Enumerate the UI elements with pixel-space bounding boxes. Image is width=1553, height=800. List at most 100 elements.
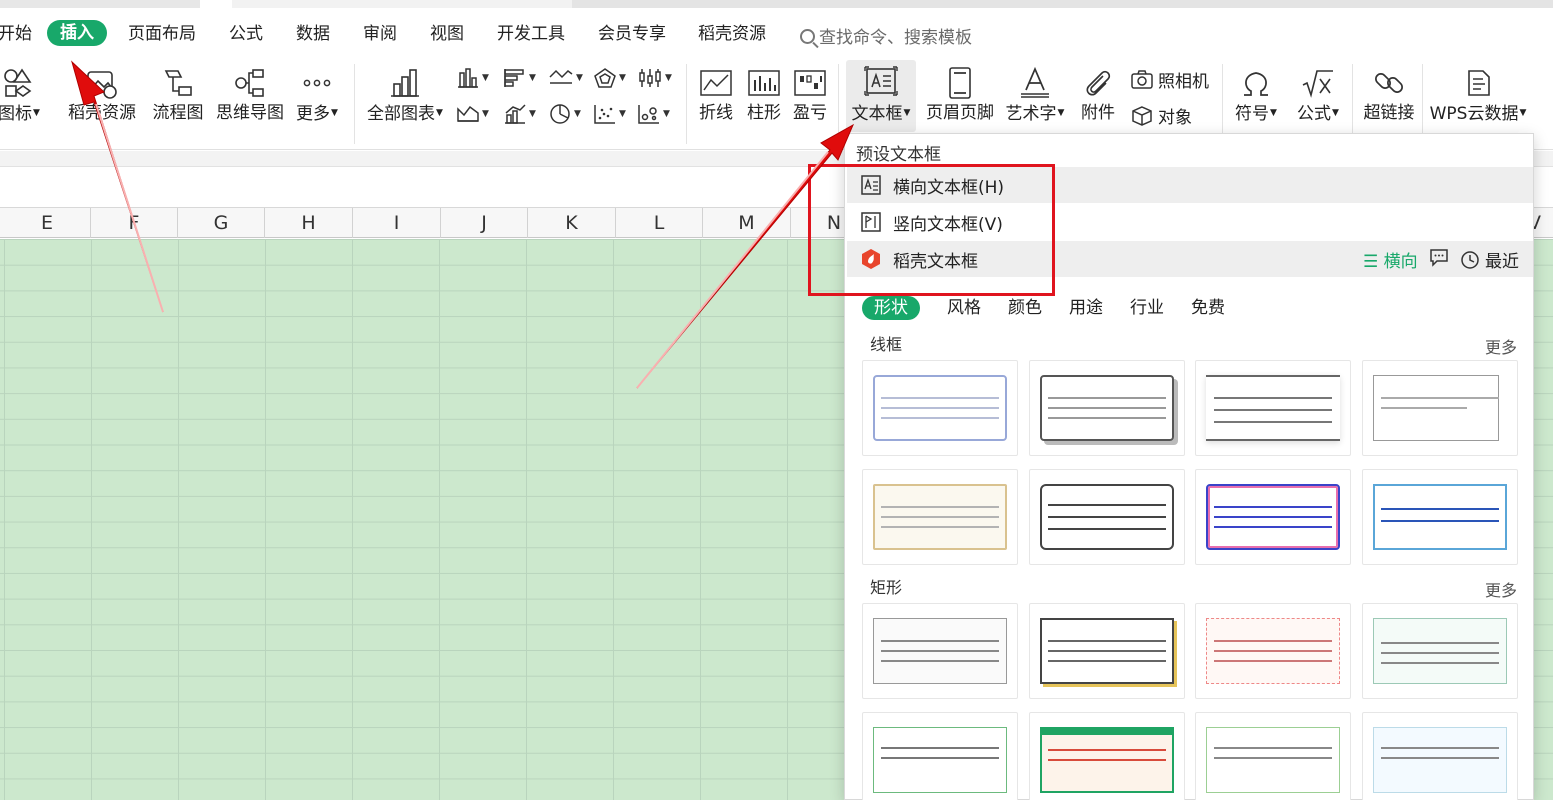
template-thumbnail[interactable] (862, 603, 1018, 699)
icons-label: 图标 (0, 104, 33, 124)
category-shape[interactable]: 形状 (862, 296, 920, 320)
column-header[interactable]: I (353, 208, 441, 238)
object-button[interactable]: 对象 (1130, 103, 1192, 128)
sparkline-winloss-button[interactable]: 盈亏 (788, 64, 832, 124)
column-header[interactable]: G (178, 208, 265, 238)
category-color[interactable]: 颜色 (1008, 296, 1042, 320)
flowchart-button[interactable]: 流程图 (150, 64, 206, 124)
ribbon-divider (686, 64, 687, 144)
menu-tab-review[interactable]: 审阅 (363, 23, 397, 45)
category-style[interactable]: 风格 (947, 296, 981, 320)
wordart-button[interactable]: 艺术字▼ (1002, 64, 1068, 125)
textbox-button[interactable]: 文本框▼ (846, 60, 916, 132)
column-chart-icon (458, 68, 478, 88)
menu-tab-formula[interactable]: 公式 (229, 23, 263, 45)
bar-chart-small-button[interactable]: ▼ (503, 67, 536, 89)
radar-chart-small-button[interactable]: ▼ (593, 67, 626, 89)
menu-tab-developer[interactable]: 开发工具 (497, 23, 565, 45)
column-header[interactable]: E (4, 208, 91, 238)
category-usage[interactable]: 用途 (1069, 296, 1103, 320)
menu-tab-insert[interactable]: 插入 (47, 20, 107, 46)
hyperlink-button[interactable]: 超链接 (1360, 64, 1418, 124)
docer-resources-label: 稻壳资源 (68, 103, 136, 123)
category-free[interactable]: 免费 (1191, 296, 1225, 320)
scatter-chart-small-button[interactable]: ▼ (593, 103, 626, 125)
template-thumbnail[interactable] (1362, 360, 1518, 456)
command-search[interactable]: 查找命令、搜索模板 (800, 23, 972, 48)
window-tab[interactable] (232, 0, 572, 8)
header-footer-button[interactable]: 页眉页脚 (924, 64, 996, 124)
area-chart-small-button[interactable]: ▼ (456, 103, 489, 125)
column-header[interactable]: M (703, 208, 791, 238)
stock-chart-small-button[interactable]: ▼ (637, 67, 672, 89)
menu-tab-home[interactable]: 开始 (0, 23, 32, 45)
column-header[interactable]: L (616, 208, 703, 238)
combo-chart-small-button[interactable]: ▼ (503, 103, 536, 125)
header-footer-label: 页眉页脚 (926, 103, 994, 123)
more-button[interactable]: 更多▼ (292, 64, 342, 125)
sparkline-line-icon (694, 64, 738, 102)
orientation-toggle[interactable]: ☰ 横向 (1363, 247, 1418, 272)
line-chart-small-button[interactable]: ▼ (548, 67, 583, 89)
image-resource-icon (66, 64, 138, 102)
template-thumbnail[interactable] (1029, 360, 1185, 456)
column-header[interactable]: H (265, 208, 353, 238)
flowchart-icon (150, 64, 206, 102)
symbol-button[interactable]: 符号▼ (1228, 64, 1284, 125)
wps-cloud-data-button[interactable]: WPS云数据▼ (1428, 64, 1528, 125)
window-tab[interactable] (572, 0, 1553, 8)
template-thumbnail[interactable] (1029, 603, 1185, 699)
column-chart-small-button[interactable]: ▼ (456, 67, 489, 89)
sparkline-line-button[interactable]: 折线 (694, 64, 738, 124)
equation-label: 公式 (1297, 104, 1332, 124)
equation-button[interactable]: 公式▼ (1290, 64, 1346, 125)
menu-tab-view[interactable]: 视图 (430, 23, 464, 45)
recent-button[interactable]: 最近 (1460, 247, 1519, 272)
template-thumbnail[interactable] (1362, 469, 1518, 565)
menu-tab-data[interactable]: 数据 (296, 23, 330, 45)
shapes-icon (0, 64, 44, 102)
template-thumbnail[interactable] (1362, 603, 1518, 699)
search-placeholder: 查找命令、搜索模板 (819, 28, 972, 48)
mindmap-label: 思维导图 (216, 103, 284, 123)
template-thumbnail[interactable] (1029, 712, 1185, 800)
section-more-rectangle[interactable]: 更多 (1485, 577, 1517, 601)
textbox-label: 文本框 (851, 104, 903, 124)
sparkline-line-label: 折线 (699, 103, 733, 123)
category-industry[interactable]: 行业 (1130, 296, 1164, 320)
docer-resources-button[interactable]: 稻壳资源 (66, 64, 138, 124)
clock-icon (1460, 251, 1479, 269)
template-thumbnail[interactable] (862, 360, 1018, 456)
stock-icon (639, 69, 661, 87)
template-thumbnail[interactable] (1195, 360, 1351, 456)
ribbon-divider (1222, 64, 1223, 144)
template-thumbnail[interactable] (1195, 469, 1351, 565)
attachment-button[interactable]: 附件 (1076, 64, 1120, 124)
icons-button[interactable]: 图标▼ (0, 64, 44, 125)
column-header[interactable]: J (441, 208, 528, 238)
column-header[interactable]: F (91, 208, 178, 238)
feedback-icon[interactable] (1428, 247, 1450, 272)
template-thumbnail[interactable] (1362, 712, 1518, 800)
template-thumbnail[interactable] (1029, 469, 1185, 565)
menu-tab-member[interactable]: 会员专享 (598, 23, 666, 45)
section-more-wireframe[interactable]: 更多 (1485, 334, 1517, 358)
template-thumbnail[interactable] (1195, 603, 1351, 699)
column-header[interactable]: K (528, 208, 616, 238)
template-thumbnail[interactable] (862, 712, 1018, 800)
camera-button[interactable]: 照相机 (1130, 67, 1209, 92)
all-charts-label: 全部图表 (367, 104, 436, 124)
menu-tab-page-layout[interactable]: 页面布局 (128, 23, 196, 45)
menu-tab-docer[interactable]: 稻壳资源 (698, 23, 766, 45)
all-charts-button[interactable]: 全部图表▼ (364, 64, 446, 125)
bar-chart-icon (364, 64, 446, 102)
mindmap-button[interactable]: 思维导图 (214, 64, 286, 124)
sparkline-column-button[interactable]: 柱形 (742, 64, 786, 124)
pie-chart-small-button[interactable]: ▼ (548, 103, 581, 125)
template-thumbnail[interactable] (1195, 712, 1351, 800)
window-tab[interactable] (0, 0, 200, 8)
template-thumbnail[interactable] (862, 469, 1018, 565)
cloud-data-icon (1428, 64, 1528, 102)
bubble-chart-small-button[interactable]: ▼ (637, 103, 670, 125)
wordart-label: 艺术字 (1005, 104, 1057, 124)
